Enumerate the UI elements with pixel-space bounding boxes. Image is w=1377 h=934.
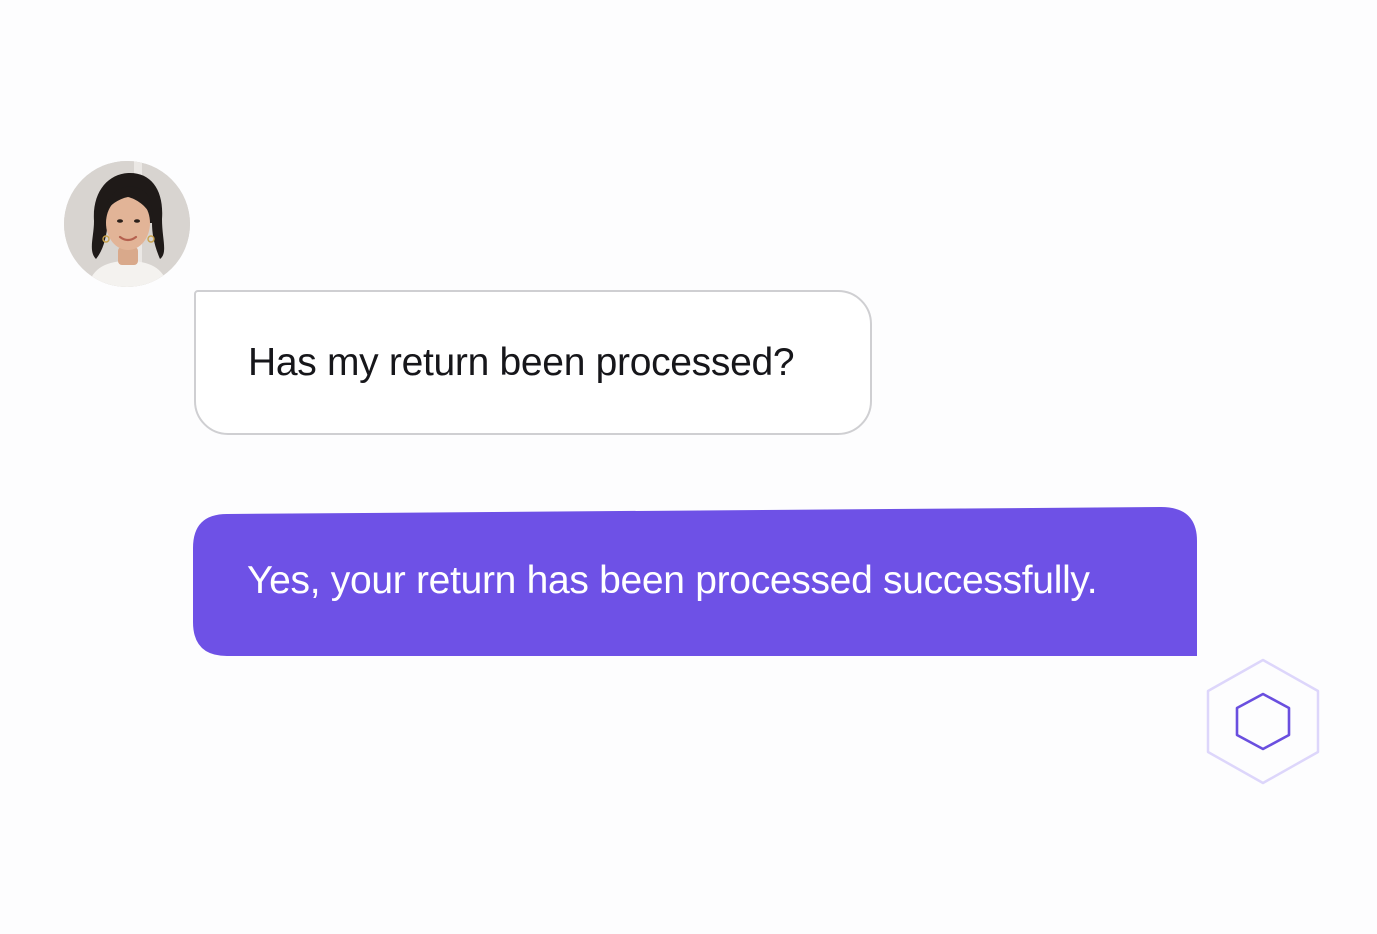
hexagon-icon bbox=[1204, 657, 1322, 785]
user-message-bubble: Has my return been processed? bbox=[194, 290, 872, 435]
assistant-message-bubble: Yes, your return has been processed succ… bbox=[193, 507, 1197, 656]
user-avatar-portrait bbox=[64, 161, 190, 287]
user-message-text: Has my return been processed? bbox=[248, 340, 795, 384]
assistant-message-text: Yes, your return has been processed succ… bbox=[247, 559, 1098, 602]
user-avatar bbox=[64, 161, 190, 287]
